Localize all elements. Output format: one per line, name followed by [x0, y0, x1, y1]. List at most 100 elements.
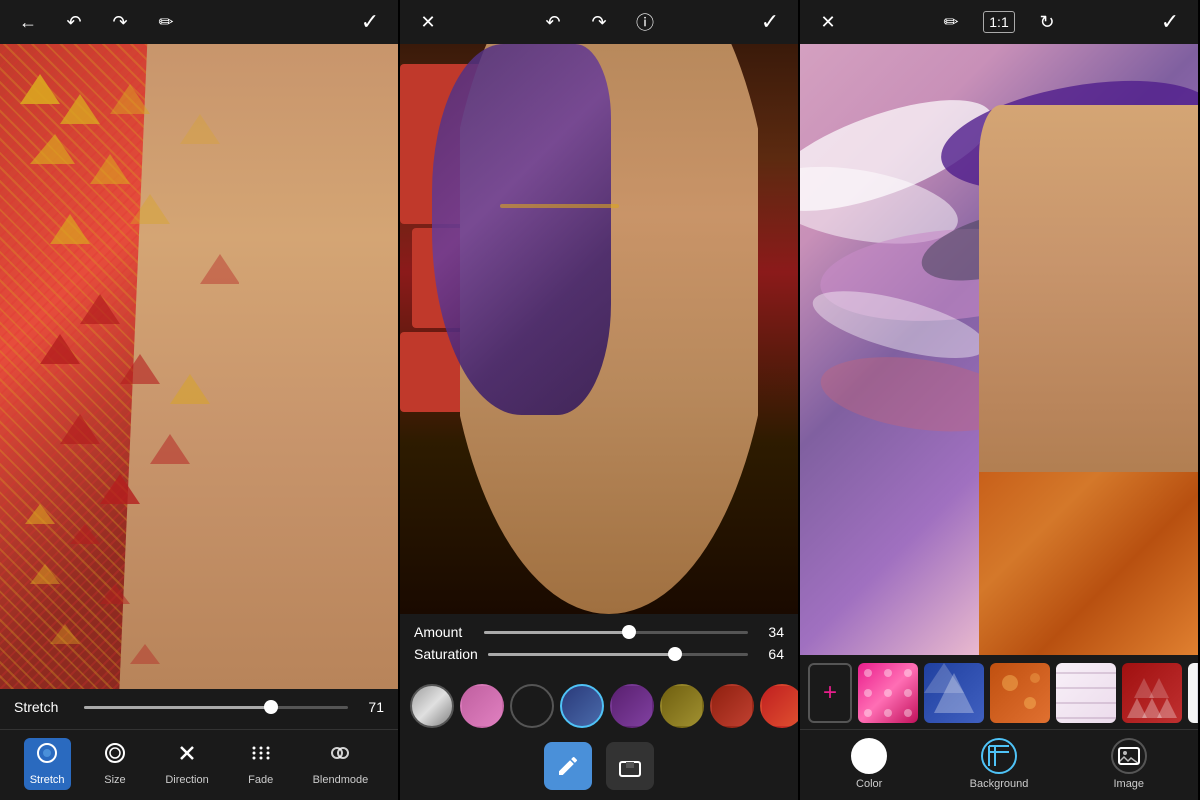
- check-button-2[interactable]: ✓: [756, 8, 784, 36]
- thumb-pattern-5: [1122, 663, 1182, 723]
- tri: [100, 584, 130, 604]
- swatch-black[interactable]: [510, 684, 554, 728]
- bg-type-image[interactable]: Image: [1111, 738, 1147, 790]
- saturation-track[interactable]: [488, 653, 748, 656]
- direction-tool-label: Direction: [165, 774, 208, 786]
- back-button[interactable]: ←: [14, 8, 42, 36]
- tool-bar-1: Stretch Size Direction: [0, 729, 398, 800]
- swatch-olive[interactable]: [660, 684, 704, 728]
- thumb-pattern-6: [1188, 663, 1198, 723]
- fade-svg: [250, 742, 272, 764]
- amount-track[interactable]: [484, 631, 748, 634]
- amount-fill: [484, 631, 629, 634]
- bg-type-background[interactable]: Background: [970, 738, 1029, 790]
- tri: [50, 624, 80, 644]
- tool-fade[interactable]: Fade: [242, 738, 279, 790]
- tri: [40, 334, 80, 364]
- amount-slider-row: Amount 34: [414, 624, 784, 640]
- dress-orange: [979, 472, 1198, 655]
- bg-thumb-6[interactable]: [1188, 663, 1198, 723]
- tool-direction[interactable]: Direction: [159, 738, 214, 790]
- color-type-label: Color: [856, 778, 882, 790]
- check-button-3[interactable]: ✓: [1156, 8, 1184, 36]
- background-type-label: Background: [970, 778, 1029, 790]
- swatch-metallic[interactable]: [410, 684, 454, 728]
- eraser-button-3[interactable]: ✏: [937, 8, 965, 36]
- stretch-svg: [36, 742, 58, 764]
- tool-blendmode[interactable]: Blendmode: [307, 738, 375, 790]
- tri: [25, 504, 55, 524]
- thumb-pattern-4: [1056, 663, 1116, 723]
- photo-3: [800, 44, 1198, 655]
- amount-thumb[interactable]: [622, 625, 636, 639]
- stretch-track[interactable]: [84, 706, 348, 709]
- saturation-thumb[interactable]: [668, 647, 682, 661]
- tri: [70, 524, 100, 544]
- thumb-pattern-3: [990, 663, 1050, 723]
- panel-color: ✕ ↶ ↷ ⓘ ✓ Amount: [400, 0, 800, 800]
- image-area-2: [400, 44, 798, 614]
- undo-button-1[interactable]: ↶: [60, 8, 88, 36]
- swatch-pink[interactable]: [460, 684, 504, 728]
- tri: [80, 294, 120, 324]
- check-button-1[interactable]: ✓: [356, 8, 384, 36]
- refresh-button[interactable]: ↻: [1033, 8, 1061, 36]
- slider-section-2: Amount 34 Saturation 64: [400, 614, 798, 676]
- bg-thumb-2[interactable]: [924, 663, 984, 723]
- topbar-center-2: ↶ ↷ ⓘ: [539, 8, 659, 36]
- tri: [30, 564, 60, 584]
- undo-button-2[interactable]: ↶: [539, 8, 567, 36]
- swatch-darkred[interactable]: [710, 684, 754, 728]
- image-type-icon: [1111, 738, 1147, 774]
- topbar-right-3: ✓: [1156, 8, 1184, 36]
- thumb-pattern-2: [924, 663, 984, 723]
- bg-type-bar: Color Background: [800, 729, 1198, 800]
- topbar-1: ← ↶ ↷ ✏ ✓: [0, 0, 398, 44]
- info-button-2[interactable]: ⓘ: [631, 8, 659, 36]
- bg-type-color[interactable]: Color: [851, 738, 887, 790]
- panel-stretch: ← ↶ ↷ ✏ ✓: [0, 0, 400, 800]
- photo-2: [400, 44, 798, 614]
- bg-thumb-4[interactable]: [1056, 663, 1116, 723]
- topbar-right-1: ✓: [356, 8, 384, 36]
- swatch-red[interactable]: [760, 684, 798, 728]
- tool-stretch[interactable]: Stretch: [24, 738, 71, 790]
- panel-background: ✕ ✏ 1:1 ↻ ✓: [800, 0, 1200, 800]
- tri: [60, 414, 100, 444]
- stretch-thumb[interactable]: [264, 700, 278, 714]
- swatch-purple[interactable]: [610, 684, 654, 728]
- saturation-value: 64: [758, 646, 784, 662]
- bg-thumb-5[interactable]: [1122, 663, 1182, 723]
- redo-button-2[interactable]: ↷: [585, 8, 613, 36]
- ratio-button[interactable]: 1:1: [983, 11, 1015, 33]
- tri: [90, 154, 130, 184]
- close-button-2[interactable]: ✕: [414, 8, 442, 36]
- tri: [20, 74, 60, 104]
- eraser-paint-button[interactable]: [606, 742, 654, 790]
- scatter-svg: [0, 44, 239, 689]
- bg-thumb-3[interactable]: [990, 663, 1050, 723]
- paint-tools: [400, 736, 798, 800]
- close-button-3[interactable]: ✕: [814, 8, 842, 36]
- eraser-button-1[interactable]: ✏: [152, 8, 180, 36]
- bg-thumb-1[interactable]: [858, 663, 918, 723]
- bg-thumbnails: +: [800, 655, 1198, 729]
- tri: [110, 84, 150, 114]
- bottom-controls-3: +: [800, 655, 1198, 800]
- swatch-blue-active[interactable]: [560, 684, 604, 728]
- hair-purple: [432, 44, 611, 415]
- stretch-label: Stretch: [14, 699, 74, 715]
- redo-button-1[interactable]: ↷: [106, 8, 134, 36]
- stretch-slider-row: Stretch 71: [14, 699, 384, 715]
- stretch-icon: [36, 742, 58, 770]
- stretch-fill: [84, 706, 271, 709]
- fade-tool-label: Fade: [248, 774, 273, 786]
- brush-button[interactable]: [544, 742, 592, 790]
- tool-size[interactable]: Size: [98, 738, 132, 790]
- amount-label: Amount: [414, 624, 474, 640]
- add-bg-button[interactable]: +: [808, 663, 852, 723]
- brush-icon: [556, 754, 580, 778]
- scatter-triangles: [0, 44, 239, 689]
- background-type-icon: [981, 738, 1017, 774]
- eraser-icon: [618, 754, 642, 778]
